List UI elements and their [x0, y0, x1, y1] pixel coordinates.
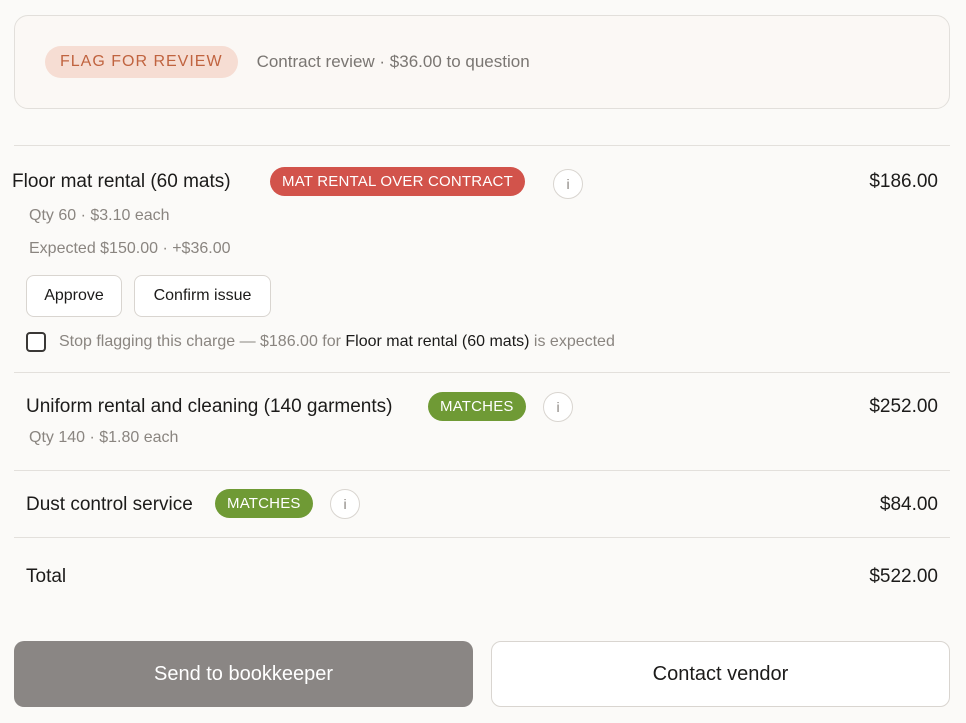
review-summary-card: FLAG FOR REVIEW Contract review · $36.00… — [14, 15, 950, 109]
stop-flagging-prefix: Stop flagging this charge — $186.00 for — [59, 333, 346, 350]
confirm-issue-button[interactable]: Confirm issue — [134, 275, 271, 317]
line-item-amount: $84.00 — [879, 494, 938, 515]
divider — [14, 372, 950, 373]
total-amount: $522.00 — [869, 566, 938, 587]
stop-flagging-item: Floor mat rental (60 mats) — [345, 333, 530, 350]
divider — [14, 537, 950, 538]
stop-flagging-suffix: is expected — [529, 333, 615, 350]
line-item-expected: Expected $150.00 · +$36.00 — [29, 240, 231, 257]
line-item-title: Dust control service — [26, 494, 193, 515]
review-summary-text: Contract review · $36.00 to question — [256, 52, 530, 71]
line-item-title: Floor mat rental (60 mats) — [12, 171, 231, 192]
divider — [14, 470, 950, 471]
stop-flagging-checkbox[interactable] — [26, 332, 46, 352]
send-to-bookkeeper-button[interactable]: Send to bookkeeper — [14, 641, 473, 707]
line-item-amount: $186.00 — [869, 171, 938, 192]
line-item-amount: $252.00 — [869, 396, 938, 417]
matches-badge: MATCHES — [215, 489, 313, 518]
mat-rental-over-contract-badge: MAT RENTAL OVER CONTRACT — [270, 167, 525, 196]
line-item-qty: Qty 140 · $1.80 each — [29, 429, 179, 446]
info-icon[interactable]: i — [330, 489, 360, 519]
approve-button[interactable]: Approve — [26, 275, 122, 317]
divider — [14, 145, 950, 146]
matches-badge: MATCHES — [428, 392, 526, 421]
total-label: Total — [26, 566, 67, 587]
info-icon[interactable]: i — [543, 392, 573, 422]
line-item-title: Uniform rental and cleaning (140 garment… — [26, 396, 393, 417]
stop-flagging-label[interactable]: Stop flagging this charge — $186.00 for … — [59, 333, 615, 351]
contact-vendor-button[interactable]: Contact vendor — [491, 641, 950, 707]
review-status-badge: FLAG FOR REVIEW — [45, 46, 238, 78]
info-icon[interactable]: i — [553, 169, 583, 199]
line-item-qty: Qty 60 · $3.10 each — [29, 207, 170, 224]
